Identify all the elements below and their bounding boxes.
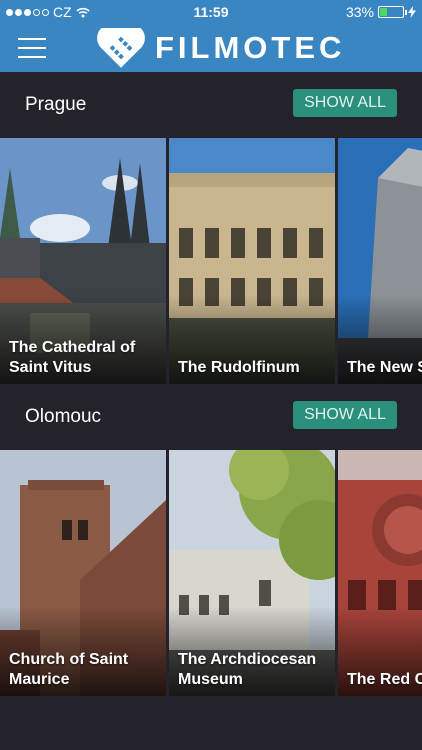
place-card-label: The Archdiocesan Museum bbox=[178, 651, 317, 688]
charging-icon bbox=[408, 6, 416, 18]
section-title: Olomouc bbox=[25, 406, 102, 427]
section-olomouc: Olomouc SHOW ALL Church of Saint Maurice bbox=[0, 384, 422, 696]
section-prague: Prague SHOW ALL The Cathedral of Saint V… bbox=[0, 72, 422, 384]
show-all-button[interactable]: SHOW ALL bbox=[293, 89, 397, 117]
section-title: Prague bbox=[25, 94, 87, 115]
place-card[interactable]: Church of Saint Maurice bbox=[0, 450, 166, 696]
place-card[interactable]: The Rudolfinum bbox=[169, 138, 335, 384]
app-header: FILMOTEC bbox=[0, 24, 422, 72]
place-card-label: Church of Saint Maurice bbox=[9, 651, 129, 688]
place-carousel[interactable]: The Cathedral of Saint Vitus The Rudolfi… bbox=[0, 138, 422, 384]
hamburger-menu-icon[interactable] bbox=[18, 38, 46, 58]
brand-logo: FILMOTEC bbox=[95, 28, 345, 68]
show-all-button[interactable]: SHOW ALL bbox=[293, 401, 397, 429]
place-card[interactable]: The New S bbox=[338, 138, 422, 384]
battery-area: 33% bbox=[346, 4, 416, 20]
place-card-label: The New S bbox=[347, 359, 422, 376]
battery-percent: 33% bbox=[345, 4, 374, 20]
battery-icon bbox=[378, 6, 407, 18]
film-heart-logo-icon bbox=[97, 28, 145, 68]
section-header: Prague SHOW ALL bbox=[0, 72, 422, 138]
place-card-label: The Red C bbox=[347, 671, 422, 688]
place-card[interactable]: The Red C bbox=[338, 450, 422, 696]
status-bar: CZ 11:59 33% bbox=[0, 0, 422, 24]
place-carousel[interactable]: Church of Saint Maurice The Archdiocesan… bbox=[0, 450, 422, 696]
place-card-label: The Rudolfinum bbox=[178, 359, 300, 376]
section-header: Olomouc SHOW ALL bbox=[0, 384, 422, 450]
brand-name: FILMOTEC bbox=[155, 30, 346, 65]
place-card[interactable]: The Cathedral of Saint Vitus bbox=[0, 138, 166, 384]
place-card[interactable]: The Archdiocesan Museum bbox=[169, 450, 335, 696]
place-card-label: The Cathedral of Saint Vitus bbox=[9, 339, 136, 376]
